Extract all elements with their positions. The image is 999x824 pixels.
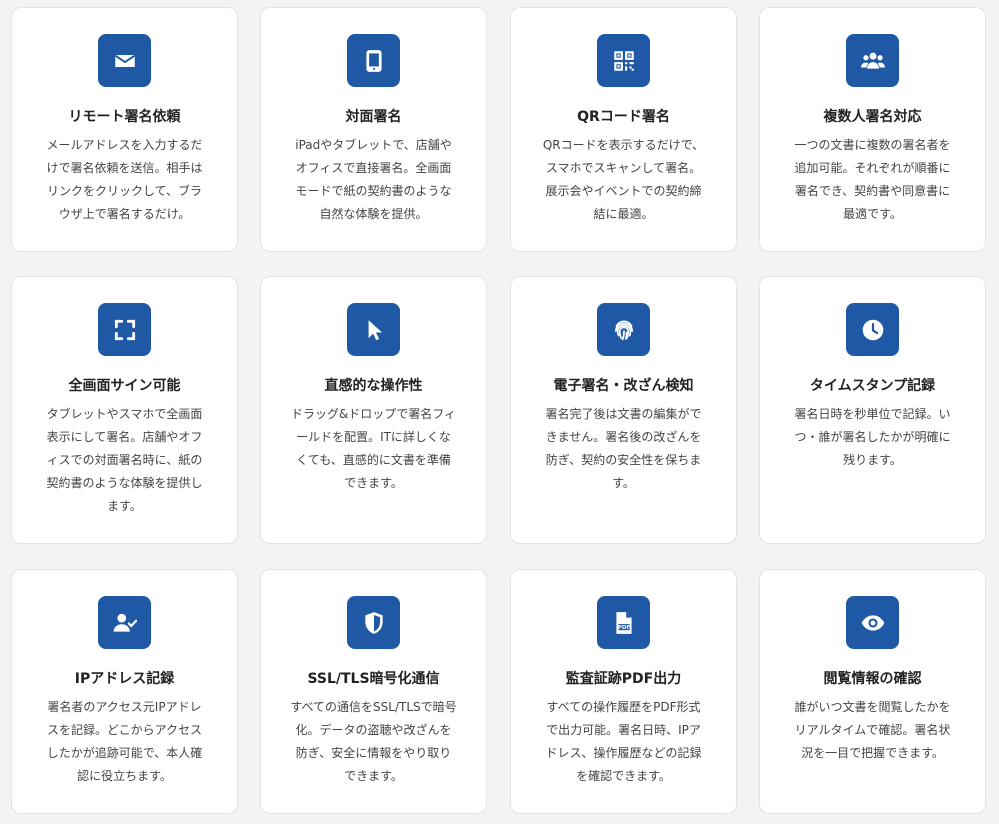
card-title: 直感的な操作性 (324, 378, 423, 394)
desc-line: 化。データの盗聴や改ざんを (295, 723, 452, 737)
desc-line: したかが追跡可能で、本人確 (46, 746, 203, 760)
desc-line: すべての操作履歴をPDF形式 (546, 700, 701, 714)
desc-line: くても、直感的に文書を準備 (296, 453, 451, 467)
desc-line: 追加可能。それぞれが順番に (794, 161, 951, 175)
feature-card-timestamp: タイムスタンプ記録 署名日時を秒単位で記録。い つ・誰が署名したかが明確に 残り… (759, 276, 986, 544)
desc-line: ドレス、操作履歴などの記録 (545, 746, 702, 760)
desc-line: 契約書のような体験を提供し (46, 476, 203, 490)
card-title: 電子署名・改ざん検知 (553, 378, 694, 394)
feature-card-remote-signing: リモート署名依頼 メールアドレスを入力するだ けで署名依頼を送信。相手は リンク… (11, 7, 238, 252)
card-title: 全画面サイン可能 (68, 378, 181, 394)
card-description: 署名完了後は文書の編集がで きません。署名後の改ざんを 防ぎ、契約の安全性を保ち… (533, 403, 714, 495)
desc-line: ィスでの対面署名時に、紙の (46, 453, 203, 467)
desc-line: けで署名依頼を送信。相手は (46, 161, 203, 175)
desc-line: ールドを配置。ITに詳しくな (296, 430, 451, 444)
desc-line: 防ぎ、安全に情報をやり取り (295, 746, 452, 760)
envelope-icon (98, 34, 151, 87)
card-title: SSL/TLS暗号化通信 (307, 671, 440, 687)
pdf-file-icon: PDF (597, 596, 650, 649)
card-description: ドラッグ&ドロップで署名フィ ールドを配置。ITに詳しくな くても、直感的に文書… (283, 403, 464, 495)
desc-line: 展示会やイベントでの契約締 (545, 184, 702, 198)
desc-line: 防ぎ、契約の安全性を保ちま (545, 453, 702, 467)
card-description: メールアドレスを入力するだ けで署名依頼を送信。相手は リンクをクリックして、ブ… (34, 134, 215, 226)
feature-card-fullscreen-sign: 全画面サイン可能 タブレットやスマホで全画面 表示にして署名。店舗やオフ ィスで… (11, 276, 238, 544)
card-title: 複数人署名対応 (823, 109, 922, 125)
desc-line: モードで紙の契約書のような (295, 184, 452, 198)
card-title: タイムスタンプ記録 (809, 378, 936, 394)
card-title: 閲覧情報の確認 (823, 671, 922, 687)
desc-line: スを記録。どこからアクセス (46, 723, 203, 737)
desc-line: ウザ上で署名するだけ。 (58, 207, 191, 221)
card-description: 誰がいつ文書を閲覧したかを リアルタイムで確認。署名状 況を一目で把握できます。 (782, 696, 963, 765)
card-title: IPアドレス記録 (74, 671, 175, 687)
desc-line: すべての通信をSSL/TLSで暗号 (290, 700, 457, 714)
desc-line: を確認できます。 (576, 769, 671, 783)
feature-card-ssl-tls: SSL/TLS暗号化通信 すべての通信をSSL/TLSで暗号 化。データの盗聴や… (260, 569, 487, 814)
feature-card-view-info: 閲覧情報の確認 誰がいつ文書を閲覧したかを リアルタイムで確認。署名状 況を一目… (759, 569, 986, 814)
card-description: iPadやタブレットで、店舗や オフィスで直接署名。全画面 モードで紙の契約書の… (283, 134, 464, 226)
qrcode-icon (597, 34, 650, 87)
feature-grid: リモート署名依頼 メールアドレスを入力するだ けで署名依頼を送信。相手は リンク… (0, 0, 999, 824)
desc-line: 認に役立ちます。 (77, 769, 172, 783)
desc-line: で出力可能。署名日時、IPア (546, 723, 701, 737)
desc-line: 一つの文書に複数の署名者を (794, 138, 951, 152)
feature-card-qr-signing: QRコード署名 QRコードを表示するだけで、 スマホでスキャンして署名。 展示会… (510, 7, 737, 252)
tablet-icon (347, 34, 400, 87)
card-description: すべての通信をSSL/TLSで暗号 化。データの盗聴や改ざんを 防ぎ、安全に情報… (283, 696, 464, 788)
card-description: QRコードを表示するだけで、 スマホでスキャンして署名。 展示会やイベントでの契… (533, 134, 714, 226)
desc-line: ます。 (107, 499, 142, 513)
desc-line: スマホでスキャンして署名。 (545, 161, 702, 175)
svg-text:PDF: PDF (617, 625, 629, 631)
desc-line: iPadやタブレットで、店舗や (295, 138, 452, 152)
desc-line: 表示にして署名。店舗やオフ (46, 430, 203, 444)
desc-line: きません。署名後の改ざんを (545, 430, 702, 444)
card-title: 監査証跡PDF出力 (565, 671, 682, 687)
desc-line: ドラッグ&ドロップで署名フィ (290, 407, 457, 421)
card-description: 一つの文書に複数の署名者を 追加可能。それぞれが順番に 署名でき、契約書や同意書… (782, 134, 963, 226)
card-title: 対面署名 (345, 109, 402, 125)
pointer-icon (347, 303, 400, 356)
card-description: 署名者のアクセス元IPアドレ スを記録。どこからアクセス したかが追跡可能で、本… (34, 696, 215, 788)
desc-line: 誰がいつ文書を閲覧したかを (794, 700, 951, 714)
desc-line: メールアドレスを入力するだ (46, 138, 203, 152)
desc-line: オフィスで直接署名。全画面 (295, 161, 452, 175)
feature-card-multi-signer: 複数人署名対応 一つの文書に複数の署名者を 追加可能。それぞれが順番に 署名でき… (759, 7, 986, 252)
desc-line: リンクをクリックして、ブラ (46, 184, 203, 198)
desc-line: 署名者のアクセス元IPアドレ (47, 700, 202, 714)
card-description: 署名日時を秒単位で記録。い つ・誰が署名したかが明確に 残ります。 (782, 403, 963, 472)
user-check-icon (98, 596, 151, 649)
desc-line: 自然な体験を提供。 (319, 207, 428, 221)
feature-card-in-person-signing: 対面署名 iPadやタブレットで、店舗や オフィスで直接署名。全画面 モードで紙… (260, 7, 487, 252)
desc-line: す。 (612, 476, 635, 490)
feature-card-intuitive-ui: 直感的な操作性 ドラッグ&ドロップで署名フィ ールドを配置。ITに詳しくな くて… (260, 276, 487, 544)
card-title: リモート署名依頼 (68, 109, 181, 125)
card-description: タブレットやスマホで全画面 表示にして署名。店舗やオフ ィスでの対面署名時に、紙… (34, 403, 215, 518)
desc-line: 結に最適。 (593, 207, 654, 221)
clock-icon (846, 303, 899, 356)
feature-card-ip-logging: IPアドレス記録 署名者のアクセス元IPアドレ スを記録。どこからアクセス した… (11, 569, 238, 814)
desc-line: 署名日時を秒単位で記録。い (794, 407, 951, 421)
desc-line: リアルタイムで確認。署名状 (794, 723, 951, 737)
desc-line: QRコードを表示するだけで、 (542, 138, 705, 152)
desc-line: できます。 (344, 769, 403, 783)
desc-line: 況を一目で把握できます。 (801, 746, 944, 760)
desc-line: タブレットやスマホで全画面 (46, 407, 203, 421)
card-description: すべての操作履歴をPDF形式 で出力可能。署名日時、IPア ドレス、操作履歴など… (533, 696, 714, 788)
desc-line: つ・誰が署名したかが明確に (794, 430, 951, 444)
desc-line: 署名でき、契約書や同意書に (794, 184, 951, 198)
shield-icon (347, 596, 400, 649)
card-title: QRコード署名 (577, 109, 670, 125)
expand-icon (98, 303, 151, 356)
desc-line: できます。 (344, 476, 403, 490)
desc-line: 残ります。 (843, 453, 902, 467)
desc-line: 最適です。 (843, 207, 902, 221)
feature-card-audit-pdf: PDF 監査証跡PDF出力 すべての操作履歴をPDF形式 で出力可能。署名日時、… (510, 569, 737, 814)
eye-icon (846, 596, 899, 649)
feature-card-tamper-detection: 電子署名・改ざん検知 署名完了後は文書の編集がで きません。署名後の改ざんを 防… (510, 276, 737, 544)
desc-line: 署名完了後は文書の編集がで (545, 407, 702, 421)
users-icon (846, 34, 899, 87)
fingerprint-icon (597, 303, 650, 356)
